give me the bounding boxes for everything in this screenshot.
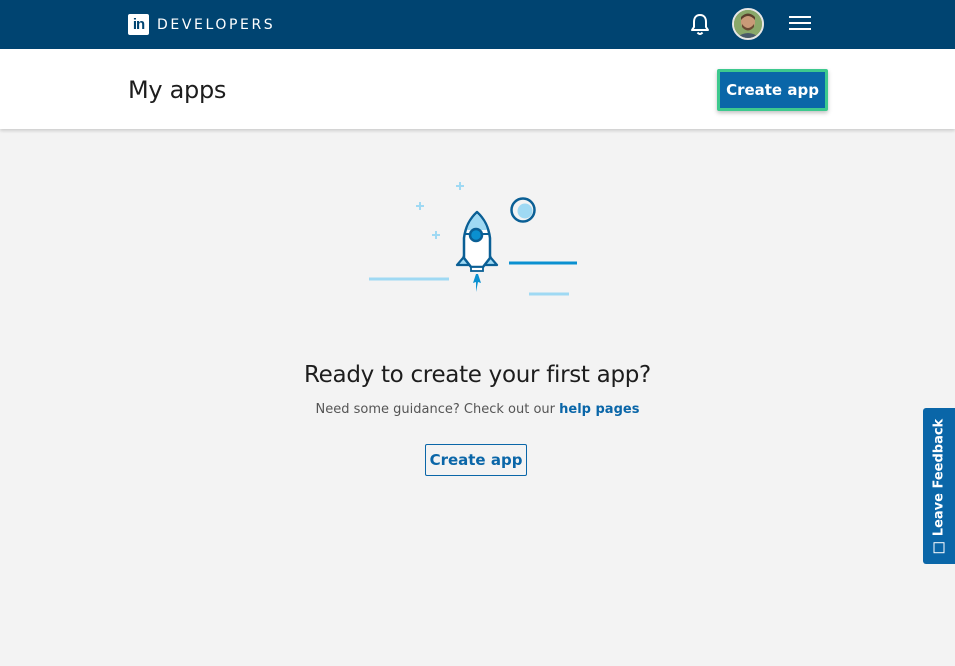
avatar-image <box>734 10 762 38</box>
create-app-button[interactable]: Create app <box>717 69 828 111</box>
top-navigation-bar: in DEVELOPERS <box>0 0 955 49</box>
brand-home-link[interactable]: in DEVELOPERS <box>128 14 275 35</box>
help-pages-link[interactable]: help pages <box>559 402 639 417</box>
feedback-label: Leave Feedback <box>931 418 947 537</box>
page-title: My apps <box>128 76 227 104</box>
empty-state-subtitle: Need some guidance? Check out our help p… <box>0 402 955 417</box>
empty-state-title: Ready to create your first app? <box>304 362 651 388</box>
create-app-secondary-button[interactable]: Create app <box>425 444 527 476</box>
guidance-text: Need some guidance? Check out our <box>315 402 555 417</box>
brand-text: DEVELOPERS <box>157 16 276 33</box>
plus-sparkle-icon <box>416 182 464 239</box>
page-header: My apps Create app <box>0 49 955 129</box>
logo-text: in <box>132 16 145 33</box>
feedback-icon <box>933 542 945 554</box>
leave-feedback-button[interactable]: Leave Feedback <box>923 408 955 564</box>
rocket-illustration <box>369 182 577 296</box>
avatar[interactable] <box>732 8 764 40</box>
bell-icon[interactable] <box>689 12 711 36</box>
moon-icon <box>510 197 536 223</box>
linkedin-logo-icon: in <box>128 14 149 35</box>
hamburger-menu-icon[interactable] <box>789 16 811 32</box>
rocket-icon <box>455 210 499 292</box>
